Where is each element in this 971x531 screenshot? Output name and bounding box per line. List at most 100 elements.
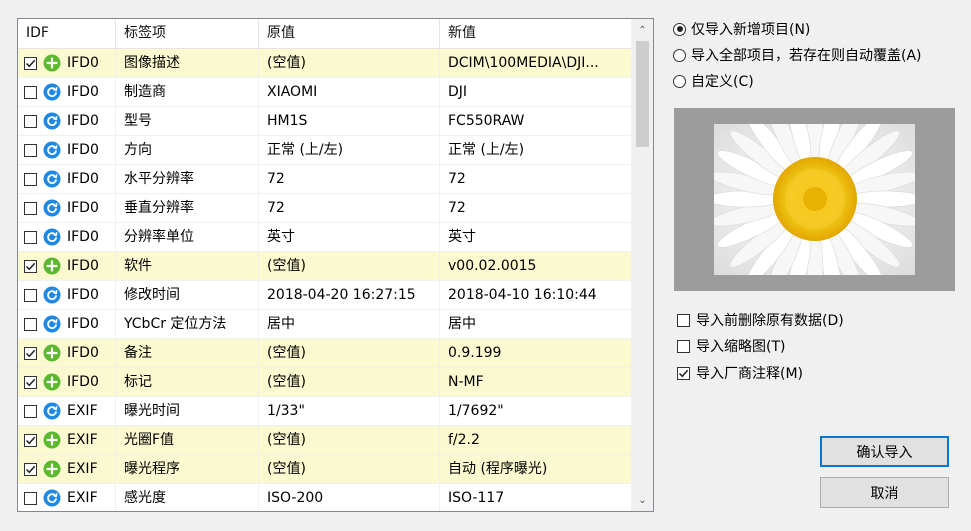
table-body: IFD0 图像描述 (空值) DCIM\100MEDIA\DJI... IFD0 制造商 X… (18, 49, 632, 511)
old-value-cell: 72 (259, 194, 440, 223)
cancel-button[interactable]: 取消 (820, 477, 949, 508)
row-checkbox[interactable] (24, 491, 37, 505)
idf-cell: IFD0 (18, 223, 116, 252)
row-checkbox[interactable] (24, 172, 37, 186)
row-checkbox[interactable] (24, 462, 37, 476)
table-row[interactable]: IFD0 垂直分辨率 72 72 (18, 194, 632, 223)
idf-value: EXIF (67, 403, 98, 419)
table-row[interactable]: IFD0 水平分辨率 72 72 (18, 165, 632, 194)
plus-circle-icon (43, 257, 61, 275)
idf-value: EXIF (67, 490, 98, 506)
column-header-tag[interactable]: 标签项 (116, 19, 259, 48)
row-checkbox[interactable] (24, 375, 37, 389)
row-checkbox[interactable] (24, 317, 37, 331)
tag-cell: 标记 (116, 368, 259, 397)
tag-cell: 垂直分辨率 (116, 194, 259, 223)
refresh-circle-icon (43, 489, 61, 507)
checkbox[interactable] (677, 339, 690, 353)
checkbox[interactable] (677, 366, 690, 380)
radio-custom[interactable]: 自定义(C) (673, 70, 754, 92)
scroll-thumb[interactable] (636, 41, 649, 147)
column-header-old-value[interactable]: 原值 (259, 19, 440, 48)
row-checkbox[interactable] (24, 230, 37, 244)
tag-cell: 曝光时间 (116, 397, 259, 426)
option-import-thumbnail[interactable]: 导入缩略图(T) (677, 335, 785, 357)
idf-value: IFD0 (67, 374, 99, 390)
table-row[interactable]: IFD0 标记 (空值) N-MF (18, 368, 632, 397)
column-header-new-value[interactable]: 新值 (440, 19, 632, 48)
option-delete-existing[interactable]: 导入前删除原有数据(D) (677, 309, 844, 331)
idf-value: IFD0 (67, 258, 99, 274)
table-row[interactable]: IFD0 修改时间 2018-04-20 16:27:15 2018-04-10 16… (18, 281, 632, 310)
plus-circle-icon (43, 460, 61, 478)
refresh-circle-icon (43, 286, 61, 304)
idf-cell: IFD0 (18, 281, 116, 310)
row-checkbox[interactable] (24, 346, 37, 360)
idf-value: IFD0 (67, 345, 99, 361)
table-row[interactable]: IFD0 图像描述 (空值) DCIM\100MEDIA\DJI... (18, 49, 632, 78)
table-row[interactable]: EXIF 感光度 ISO-200 ISO-117 (18, 484, 632, 511)
row-checkbox[interactable] (24, 201, 37, 215)
row-checkbox[interactable] (24, 56, 37, 70)
row-checkbox[interactable] (24, 114, 37, 128)
old-value-cell: 正常 (上/左) (259, 136, 440, 165)
refresh-circle-icon (43, 228, 61, 246)
old-value-cell: (空值) (259, 339, 440, 368)
new-value-cell: 0.9.199 (440, 339, 632, 368)
table-row[interactable]: EXIF 曝光时间 1/33" 1/7692" (18, 397, 632, 426)
radio-import-all-overwrite[interactable]: 导入全部项目，若存在则自动覆盖(A) (673, 44, 922, 66)
table-row[interactable]: EXIF 曝光程序 (空值) 自动 (程序曝光) (18, 455, 632, 484)
tag-cell: 制造商 (116, 78, 259, 107)
radio-button[interactable] (673, 48, 686, 62)
idf-value: IFD0 (67, 113, 99, 129)
table-row[interactable]: IFD0 分辨率单位 英寸 英寸 (18, 223, 632, 252)
new-value-cell: FC550RAW (440, 107, 632, 136)
new-value-cell: 英寸 (440, 223, 632, 252)
new-value-cell: 72 (440, 165, 632, 194)
old-value-cell: (空值) (259, 426, 440, 455)
scroll-down-arrow-icon[interactable]: ⌄ (632, 491, 653, 509)
column-header-idf[interactable]: IDF (18, 19, 116, 48)
row-checkbox[interactable] (24, 85, 37, 99)
tag-cell: YCbCr 定位方法 (116, 310, 259, 339)
row-checkbox[interactable] (24, 433, 37, 447)
idf-cell: IFD0 (18, 339, 116, 368)
table-row[interactable]: IFD0 YCbCr 定位方法 居中 居中 (18, 310, 632, 339)
new-value-cell: 2018-04-10 16:10:44 (440, 281, 632, 310)
idf-value: IFD0 (67, 287, 99, 303)
old-value-cell: (空值) (259, 252, 440, 281)
scroll-up-arrow-icon[interactable]: ⌃ (632, 21, 653, 39)
radio-label: 导入全部项目，若存在则自动覆盖(A) (691, 48, 922, 64)
idf-cell: IFD0 (18, 49, 116, 78)
checkbox[interactable] (677, 313, 690, 327)
radio-button[interactable] (673, 22, 686, 36)
tag-cell: 图像描述 (116, 49, 259, 78)
confirm-import-button[interactable]: 确认导入 (820, 436, 949, 467)
checkbox-label: 导入厂商注释(M) (696, 366, 804, 382)
daisy-preview-image (714, 124, 915, 275)
table-row[interactable]: EXIF 光圈F值 (空值) f/2.2 (18, 426, 632, 455)
idf-cell: EXIF (18, 484, 116, 511)
table-row[interactable]: IFD0 型号 HM1S FC550RAW (18, 107, 632, 136)
radio-button[interactable] (673, 74, 686, 88)
old-value-cell: 1/33" (259, 397, 440, 426)
old-value-cell: XIAOMI (259, 78, 440, 107)
new-value-cell: 自动 (程序曝光) (440, 455, 632, 484)
table-row[interactable]: IFD0 软件 (空值) v00.02.0015 (18, 252, 632, 281)
row-checkbox[interactable] (24, 288, 37, 302)
table-row[interactable]: IFD0 备注 (空值) 0.9.199 (18, 339, 632, 368)
tag-cell: 感光度 (116, 484, 259, 511)
table-row[interactable]: IFD0 方向 正常 (上/左) 正常 (上/左) (18, 136, 632, 165)
new-value-cell: DCIM\100MEDIA\DJI... (440, 49, 632, 78)
row-checkbox[interactable] (24, 259, 37, 273)
idf-cell: IFD0 (18, 368, 116, 397)
option-import-maker-notes[interactable]: 导入厂商注释(M) (677, 362, 803, 384)
row-checkbox[interactable] (24, 143, 37, 157)
radio-import-new-only[interactable]: 仅导入新增项目(N) (673, 18, 810, 40)
plus-circle-icon (43, 431, 61, 449)
plus-circle-icon (43, 344, 61, 362)
table-row[interactable]: IFD0 制造商 XIAOMI DJI (18, 78, 632, 107)
row-checkbox[interactable] (24, 404, 37, 418)
table-header: IDF 标签项 原值 新值 (18, 19, 632, 49)
vertical-scrollbar[interactable]: ⌃ ⌄ (631, 19, 653, 511)
